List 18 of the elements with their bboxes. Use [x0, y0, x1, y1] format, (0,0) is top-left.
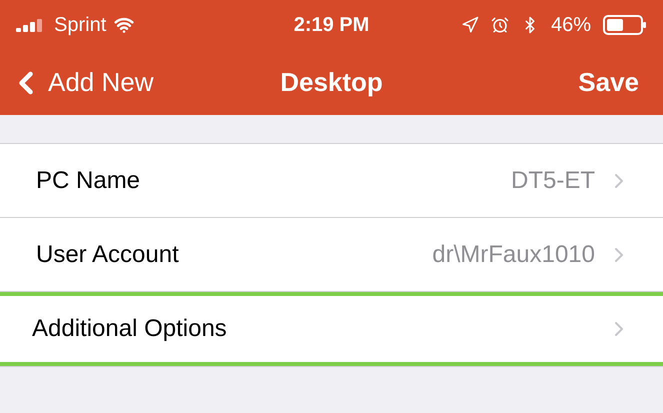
back-button[interactable]: Add New — [16, 63, 154, 102]
settings-row[interactable]: User Account dr\MrFaux1010 — [0, 218, 663, 292]
clock-text: 2:19 PM — [294, 13, 370, 38]
row-label: PC Name — [36, 166, 142, 196]
row-label: User Account — [36, 240, 180, 270]
row-label: Additional Options — [32, 314, 228, 344]
location-icon — [460, 16, 479, 34]
wifi-icon — [114, 15, 134, 35]
battery-icon — [603, 15, 647, 35]
settings-row[interactable]: PC Name DT5-ET — [0, 144, 663, 218]
row-value: dr\MrFaux1010 — [432, 240, 595, 270]
settings-row[interactable]: Additional Options — [0, 292, 663, 366]
row-value: DT5-ET — [511, 166, 595, 196]
alarm-icon — [490, 16, 509, 34]
battery-text: 46% — [550, 13, 591, 38]
save-button[interactable]: Save — [578, 63, 648, 102]
carrier-text: Sprint — [54, 13, 106, 38]
nav-title: Desktop — [280, 66, 383, 99]
